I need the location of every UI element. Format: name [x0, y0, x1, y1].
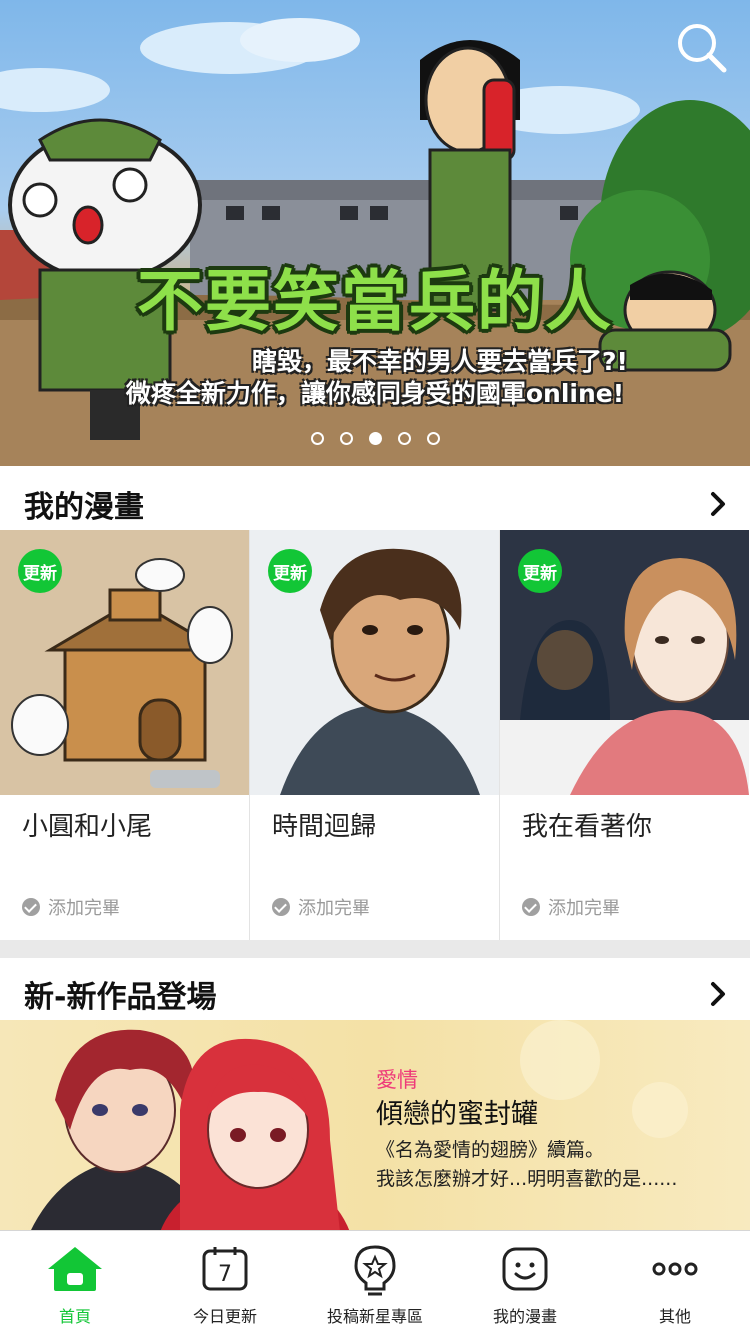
comic-card[interactable]: 更新 小圓和小尾 添加完畢	[0, 530, 250, 940]
calendar-day: 7	[218, 1262, 232, 1287]
tab-today-updates[interactable]: 7 今日更新	[150, 1231, 300, 1334]
tab-label: 今日更新	[192, 1307, 257, 1326]
genre-label: 愛情	[376, 1068, 418, 1092]
tab-label: 首頁	[58, 1307, 91, 1326]
new-works-header[interactable]: 新-新作品登場	[0, 962, 750, 1026]
check-circle-icon	[522, 898, 540, 916]
carousel-dot[interactable]	[426, 432, 440, 445]
check-circle-icon	[272, 898, 290, 916]
comic-status: 添加完畢	[272, 894, 370, 920]
tab-label: 其他	[658, 1307, 691, 1326]
carousel-dot[interactable]	[310, 432, 324, 445]
romance-couple-illustration	[30, 1020, 688, 1232]
chevron-right-icon	[711, 982, 725, 1006]
comic-title: 我在看著你	[522, 812, 653, 842]
comic-thumbnail: 更新	[500, 530, 749, 795]
more-dots-icon	[652, 1262, 698, 1276]
home-icon	[48, 1247, 102, 1291]
tab-label: 投稿新星專區	[326, 1307, 423, 1326]
section-title: 新-新作品登場	[24, 980, 217, 1015]
update-badge: 更新	[18, 549, 62, 593]
feature-description: 《名為愛情的翅膀》續篇。 我該怎麼辦才好...明明喜歡的是......	[376, 1136, 746, 1194]
comic-status-label: 添加完畢	[298, 898, 370, 919]
feature-title: 傾戀的蜜封罐	[376, 1099, 538, 1130]
smile-face-icon	[502, 1247, 548, 1291]
tab-label: 我的漫畫	[492, 1307, 557, 1326]
hero-banner[interactable]: 不要笑當兵的人 瞎毀，最不幸的男人要去當兵了?! 微疼全新力作，讓你感同身受的國…	[0, 0, 750, 466]
carousel-dot[interactable]	[339, 432, 353, 445]
tab-my-comics[interactable]: 我的漫畫	[450, 1231, 600, 1334]
my-comics-list: 更新 小圓和小尾 添加完畢 更新 時間迴歸 添加完畢 更新 我在看著你 添加完畢	[0, 530, 750, 940]
banner-title: 不要笑當兵的人	[137, 263, 613, 340]
update-badge: 更新	[268, 549, 312, 593]
bottom-tab-bar: 首頁 7 今日更新 投稿新星專區 我的漫畫 其他	[0, 1230, 750, 1334]
carousel-dot[interactable]	[397, 432, 411, 445]
comic-status-label: 添加完畢	[48, 898, 120, 919]
comic-status: 添加完畢	[522, 894, 620, 920]
section-divider	[0, 940, 750, 958]
chevron-right-icon	[711, 492, 725, 516]
calendar-icon: 7	[202, 1247, 248, 1291]
tab-home[interactable]: 首頁	[0, 1231, 150, 1334]
comic-status: 添加完畢	[22, 894, 120, 920]
banner-subtitle-line1: 瞎毀，最不幸的男人要去當兵了?!	[252, 347, 628, 376]
comic-title: 時間迴歸	[272, 812, 377, 842]
carousel-indicator[interactable]	[0, 432, 750, 445]
comic-card[interactable]: 更新 時間迴歸 添加完畢	[250, 530, 500, 940]
tab-more[interactable]: 其他	[600, 1231, 750, 1334]
check-circle-icon	[22, 898, 40, 916]
feature-desc-line2: 我該怎麼辦才好...明明喜歡的是......	[376, 1168, 678, 1190]
feature-desc-line1: 《名為愛情的翅膀》續篇。	[376, 1139, 605, 1161]
tab-new-talent[interactable]: 投稿新星專區	[300, 1231, 450, 1334]
section-title: 我的漫畫	[24, 490, 144, 525]
my-comics-header[interactable]: 我的漫畫	[0, 472, 750, 536]
new-work-feature-card[interactable]: 愛情 傾戀的蜜封罐 《名為愛情的翅膀》續篇。 我該怎麼辦才好...明明喜歡的是.…	[0, 1020, 750, 1232]
comic-thumbnail: 更新	[250, 530, 499, 795]
update-badge: 更新	[518, 549, 562, 593]
comic-card[interactable]: 更新 我在看著你 添加完畢	[500, 530, 750, 940]
comic-title: 小圓和小尾	[22, 812, 153, 842]
search-icon[interactable]	[674, 20, 730, 76]
comic-status-label: 添加完畢	[548, 898, 620, 919]
carousel-dot-active[interactable]	[368, 432, 382, 445]
star-bulb-icon	[354, 1245, 396, 1296]
banner-subtitle-line2: 微疼全新力作，讓你感同身受的國軍online!	[125, 379, 625, 408]
comic-thumbnail: 更新	[0, 530, 249, 795]
